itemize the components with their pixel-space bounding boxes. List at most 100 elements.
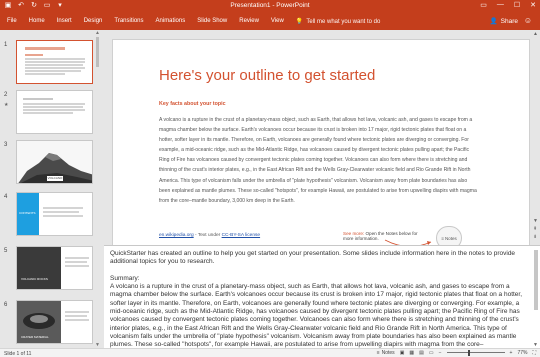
notes-pane[interactable]: QuickStarter has created an outline to h…: [104, 245, 540, 348]
fit-to-window-icon[interactable]: ⛶: [532, 350, 536, 356]
reading-view-icon[interactable]: ▤: [419, 350, 424, 356]
notes-icon: ≡: [376, 349, 380, 356]
next-slide-icon[interactable]: ⇟: [533, 234, 537, 240]
thumbnail-row[interactable]: 3 VOLCANO: [0, 140, 101, 186]
notes-callout-label: Notes: [444, 235, 457, 241]
tab-transitions[interactable]: Transitions: [108, 15, 149, 28]
tab-view[interactable]: View: [265, 15, 290, 28]
share-button[interactable]: 👤 Share: [490, 17, 518, 26]
slide-thumbnail-pane[interactable]: 1 2 ★ 3 VOLCANO 4 CONTENTS 5 VOLCANIC RO…: [0, 30, 101, 348]
notes-toggle-button[interactable]: ≡ Notes: [377, 350, 395, 356]
notes-paragraph: QuickStarter has created an outline to h…: [110, 250, 516, 266]
thumb-line: [43, 215, 83, 217]
source-text: - Text under: [193, 233, 222, 238]
scroll-up-icon[interactable]: ▲: [95, 30, 100, 36]
tab-slide-show[interactable]: Slide Show: [191, 15, 233, 28]
zoom-level[interactable]: 77%: [517, 350, 527, 356]
current-slide[interactable]: Here's your outline to get started Key f…: [112, 39, 530, 275]
slide-thumbnail-5[interactable]: VOLCANIC ROCKS: [16, 246, 93, 290]
zoom-in-button[interactable]: +: [510, 350, 513, 356]
thumbnail-number: 5: [4, 248, 8, 254]
thumbnail-row[interactable]: 5 VOLCANIC ROCKS: [0, 246, 101, 292]
thumbnail-number: 4: [4, 194, 8, 200]
thumb-caption: CRATER MATERIAL: [21, 335, 49, 339]
tell-me-label: Tell me what you want to do: [306, 18, 381, 25]
tab-insert[interactable]: Insert: [51, 15, 78, 28]
thumb-line: [43, 207, 83, 209]
see-more-highlight: See more:: [343, 231, 365, 236]
thumb-line: [65, 265, 89, 267]
notes-text[interactable]: QuickStarter has created an outline to h…: [110, 250, 528, 348]
slide-body-text[interactable]: A volcano is a rupture in the crust of a…: [159, 115, 479, 206]
thumb-line: [43, 211, 79, 213]
thumbnail-scrollbar[interactable]: ▲ ▼: [95, 30, 100, 348]
thumb-line: [23, 98, 53, 100]
maximize-button[interactable]: ☐: [514, 1, 520, 9]
slide-sorter-icon[interactable]: ▦: [409, 350, 414, 356]
tab-home[interactable]: Home: [23, 15, 51, 28]
window-title: Presentation1 - PowerPoint: [230, 2, 310, 9]
thumb-caption: VOLCANO: [47, 176, 63, 181]
slide-source: en.wikipedia.org - Text under CC-BY-SA l…: [159, 233, 260, 238]
thumb-line: [65, 319, 89, 321]
slide-thumbnail-4[interactable]: CONTENTS: [16, 192, 93, 236]
window-controls: ▭ — ☐ ✕: [480, 1, 536, 9]
tab-design[interactable]: Design: [78, 15, 109, 28]
tab-animations[interactable]: Animations: [150, 15, 192, 28]
window-titlebar: ▣ ↶ ↻ ▭ ▾ Presentation1 - PowerPoint ▭ —…: [0, 0, 540, 12]
thumbnail-row[interactable]: 2 ★: [0, 90, 101, 136]
scroll-down-icon[interactable]: ▼: [533, 218, 538, 224]
share-label: Share: [500, 17, 518, 25]
zoom-slider-thumb[interactable]: [467, 349, 470, 356]
source-link[interactable]: en.wikipedia.org: [159, 233, 194, 238]
thumbnail-number: 3: [4, 142, 8, 148]
thumb-dark-panel: [17, 247, 61, 289]
previous-slide-icon[interactable]: ⇞: [533, 226, 537, 232]
close-button[interactable]: ✕: [530, 1, 536, 9]
thumb-line: [65, 257, 89, 259]
thumb-line: [65, 261, 87, 263]
thumb-line: [25, 61, 85, 63]
status-bar: Slide 1 of 11 ≡ Notes ▣ ▦ ▤ ▭ − + 77% ⛶: [0, 348, 540, 357]
editor-scrollbar[interactable]: ▲ ▼ ⇞ ⇟: [532, 30, 540, 245]
slide-thumbnail-6[interactable]: CRATER MATERIAL: [16, 300, 93, 344]
thumb-title-line: [25, 47, 65, 50]
notes-scrollbar[interactable]: ▼: [533, 246, 539, 348]
slide-subtitle[interactable]: Key facts about your topic: [159, 101, 226, 107]
thumb-line: [65, 315, 87, 317]
slide-title[interactable]: Here's your outline to get started: [159, 67, 375, 84]
tell-me-box[interactable]: 💡 Tell me what you want to do: [290, 18, 381, 26]
scroll-thumb[interactable]: [96, 37, 99, 67]
status-right: ≡ Notes ▣ ▦ ▤ ▭ − + 77% ⛶: [377, 349, 536, 356]
slide-thumbnail-1[interactable]: [16, 40, 93, 84]
thumbnail-row[interactable]: 1: [0, 40, 101, 86]
title-bar: ▣ ↶ ↻ ▭ ▾ Presentation1 - PowerPoint ▭ —…: [0, 0, 540, 30]
notes-paragraph: Summary:: [110, 274, 140, 282]
zoom-slider[interactable]: [446, 349, 505, 356]
thumb-line: [25, 58, 85, 60]
scroll-up-icon[interactable]: ▲: [533, 31, 538, 37]
slide-thumbnail-2[interactable]: [16, 90, 93, 134]
normal-view-icon[interactable]: ▣: [400, 350, 405, 356]
slide-editor[interactable]: Here's your outline to get started Key f…: [104, 30, 540, 275]
thumbnail-row[interactable]: 6 CRATER MATERIAL: [0, 300, 101, 346]
feedback-smile-icon[interactable]: ☺: [524, 16, 532, 25]
slide-thumbnail-3[interactable]: VOLCANO: [16, 140, 93, 184]
thumbnail-number: 2: [4, 92, 8, 98]
license-link[interactable]: CC-BY-SA license: [222, 233, 260, 238]
thumb-line: [23, 103, 85, 105]
thumb-line: [25, 73, 65, 75]
animation-star-icon: ★: [4, 102, 9, 108]
thumbnail-row[interactable]: 4 CONTENTS: [0, 192, 101, 238]
minimize-button[interactable]: —: [497, 1, 504, 9]
zoom-out-button[interactable]: −: [439, 350, 442, 356]
ribbon-display-icon[interactable]: ▭: [480, 1, 487, 9]
slideshow-view-icon[interactable]: ▭: [429, 350, 434, 356]
thumb-line: [65, 311, 89, 313]
slide-counter: Slide 1 of 11: [4, 350, 32, 357]
scroll-thumb[interactable]: [534, 250, 538, 310]
tab-file[interactable]: File: [0, 15, 23, 28]
ribbon-tabs: File Home Insert Design Transitions Anim…: [0, 15, 380, 28]
tab-review[interactable]: Review: [233, 15, 265, 28]
notes-toggle-label: Notes: [381, 349, 395, 356]
